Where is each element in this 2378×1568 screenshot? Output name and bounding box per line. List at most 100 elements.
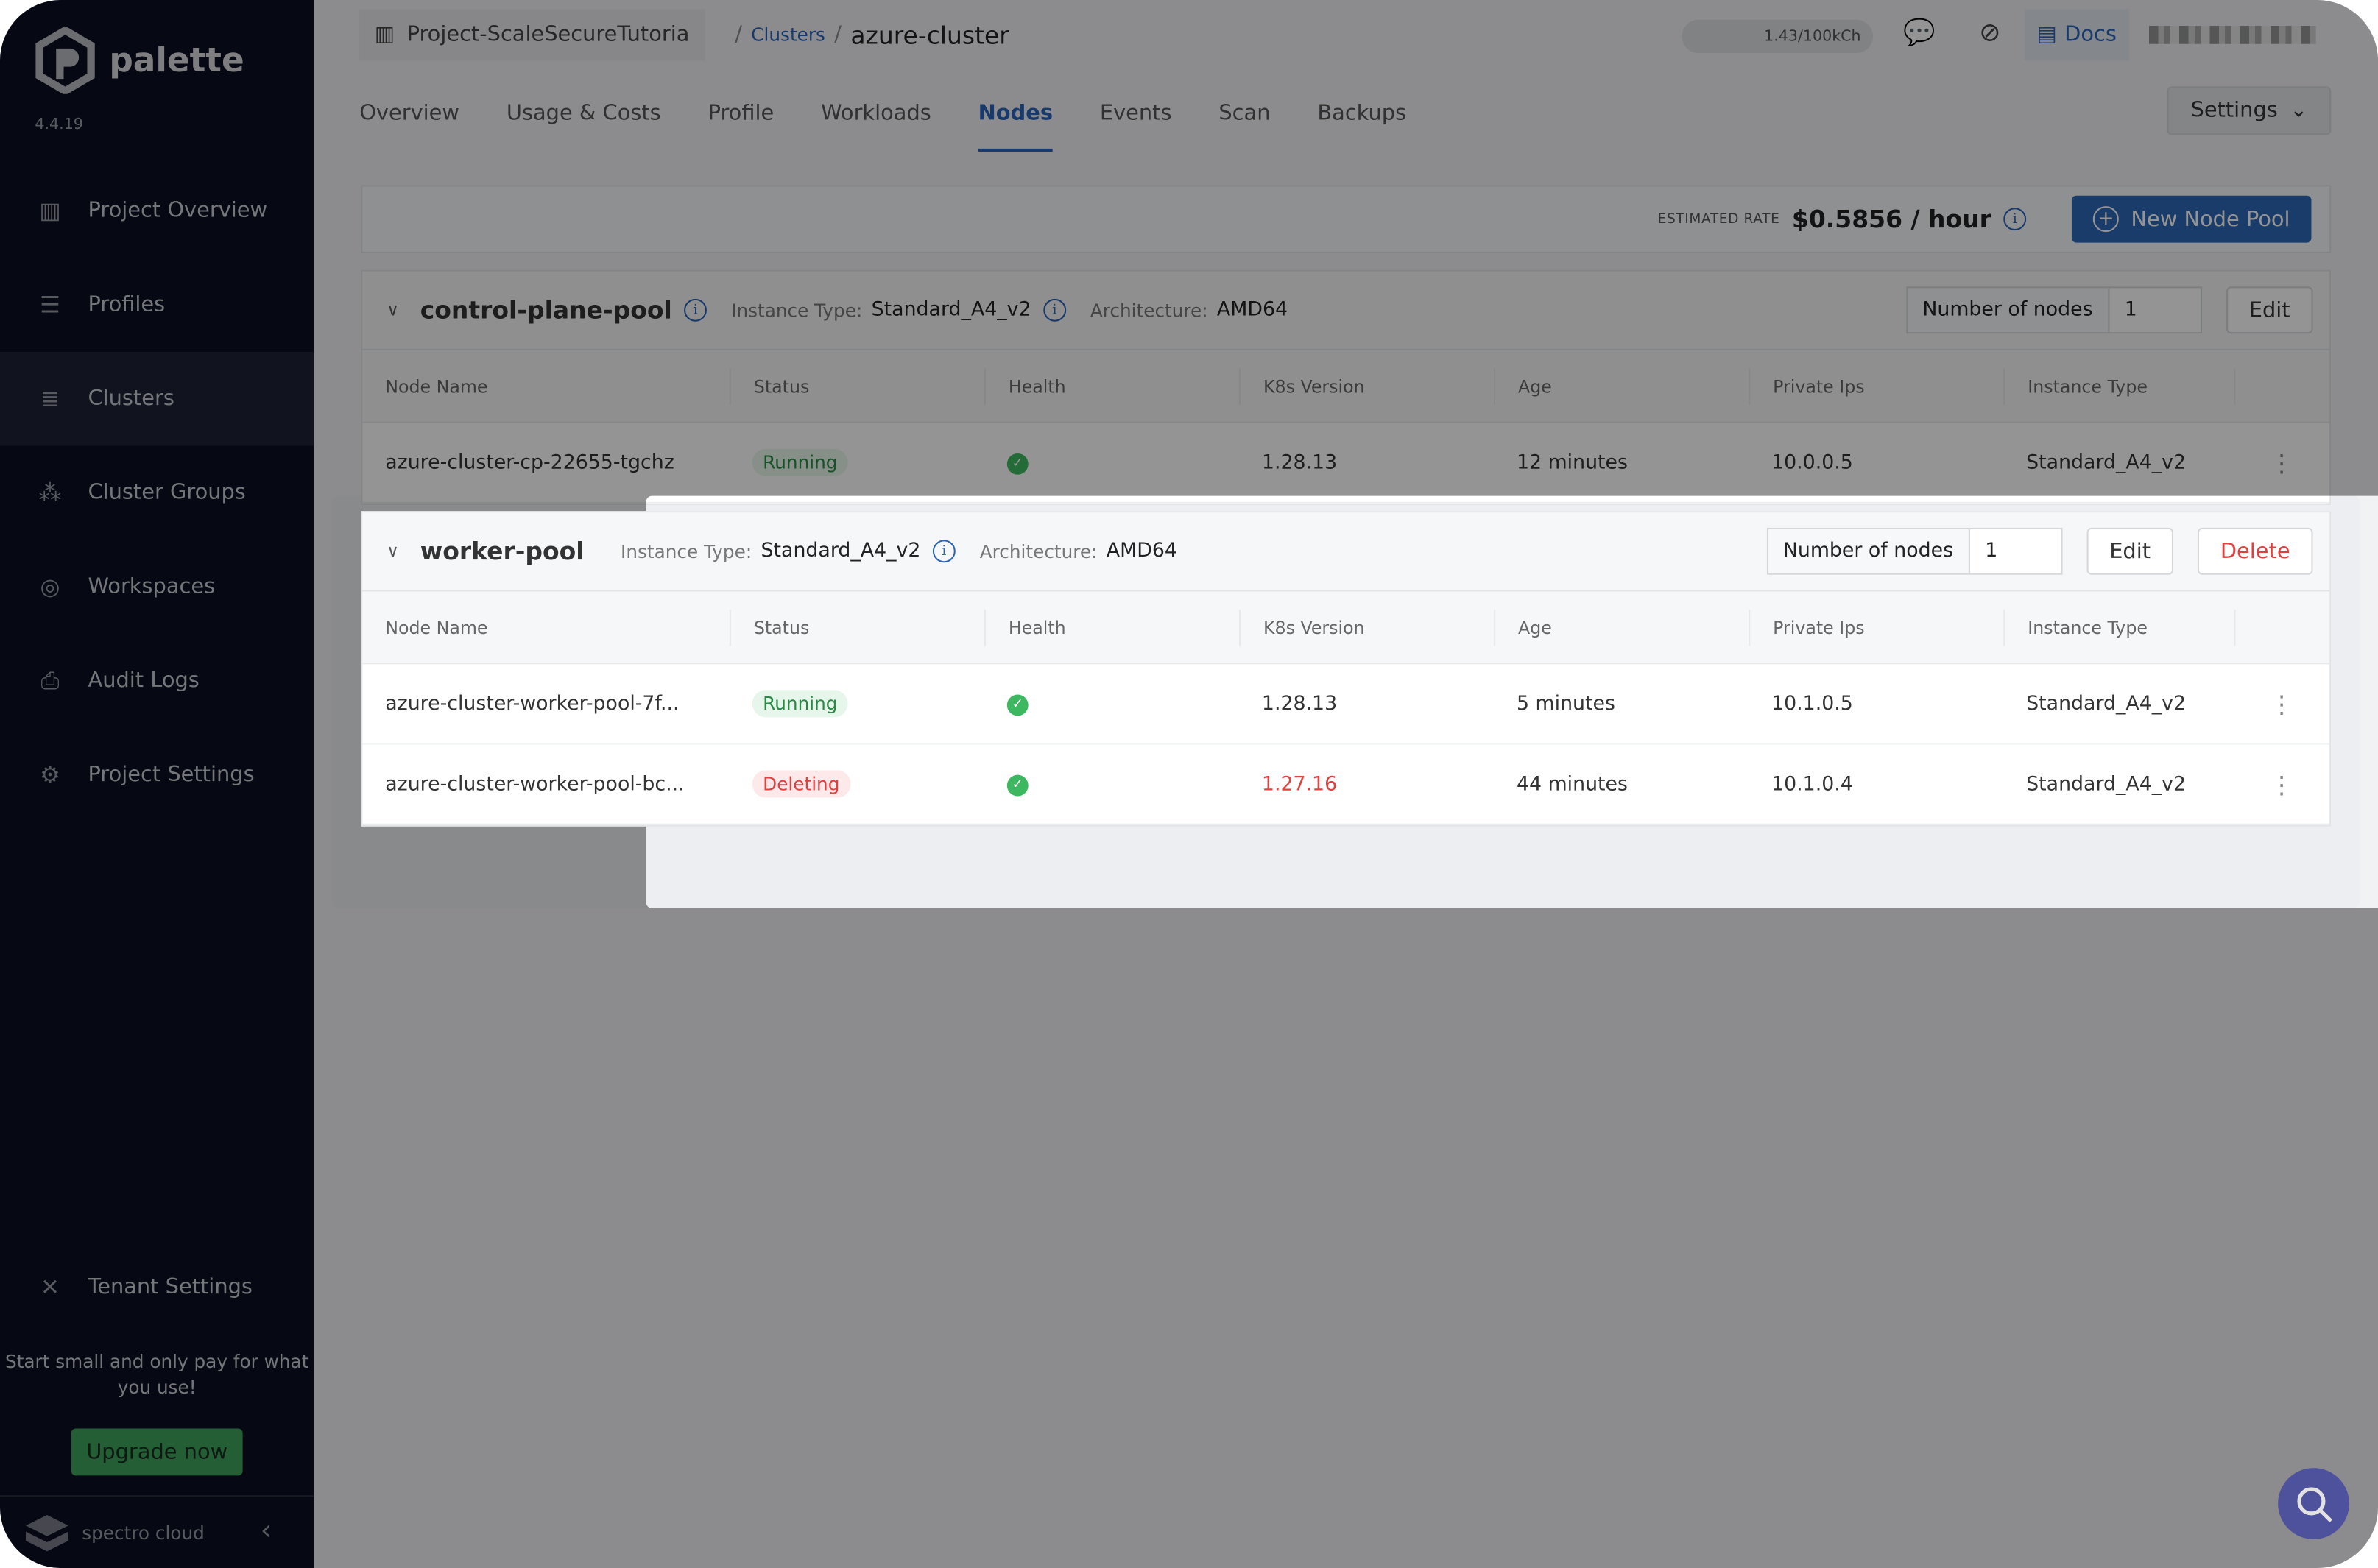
pool-instance-type: Standard_A4_v2: [761, 540, 921, 563]
info-icon[interactable]: i: [932, 540, 956, 563]
sidebar: palette 4.4.19 ▥ Project Overview ☰ Profile…: [0, 0, 314, 1568]
instance-type: Standard_A4_v2: [2026, 451, 2187, 474]
credits-meter[interactable]: 1.43/100kCh: [1682, 19, 1874, 54]
info-icon[interactable]: i: [684, 298, 708, 322]
instance-type: Standard_A4_v2: [2026, 692, 2187, 716]
sidebar-footer: spectro cloud ‹: [0, 1495, 314, 1568]
column-header[interactable]: Node Name: [362, 368, 730, 404]
edit-button[interactable]: Edit: [2226, 286, 2313, 334]
tab-backups[interactable]: Backups: [1317, 76, 1406, 152]
node-name: azure-cluster-cp-22655-tgchz: [385, 451, 674, 474]
kebab-menu-icon[interactable]: ⋮: [2234, 769, 2329, 798]
private-ip: 10.1.0.5: [1771, 692, 1853, 716]
column-header[interactable]: Status: [729, 609, 984, 646]
column-header[interactable]: K8s Version: [1239, 367, 1494, 404]
book-icon: ▤: [2036, 22, 2057, 47]
chevron-down-icon[interactable]: ∨: [387, 541, 399, 561]
pool-instance-type: Standard_A4_v2: [871, 298, 1031, 322]
status-badge: Running: [752, 690, 848, 718]
chevron-down-icon[interactable]: ∨: [387, 300, 399, 320]
tab-workloads[interactable]: Workloads: [821, 76, 931, 152]
promo-text: Start small and only pay for what you us…: [5, 1351, 309, 1399]
node-pool-worker-pool: ∨ worker-pool Instance Type: Standard_A4…: [361, 511, 2332, 827]
column-header[interactable]: Instance Type: [2003, 609, 2234, 646]
docs-button[interactable]: ▤ Docs: [2025, 9, 2129, 61]
tab-usage-costs[interactable]: Usage & Costs: [507, 76, 661, 152]
table-row[interactable]: azure-cluster-worker-pool-7f... Running …: [362, 664, 2330, 745]
column-header[interactable]: Age: [1494, 609, 1749, 646]
user-menu[interactable]: [2149, 26, 2316, 44]
k8s-version: 1.28.13: [1261, 692, 1338, 716]
node-pool-control-plane-pool: ∨ control-plane-pool i Instance Type: St…: [361, 269, 2332, 505]
palette-logo-icon: [35, 27, 95, 94]
sidebar-item-workspaces[interactable]: ◎ Workspaces: [0, 540, 314, 634]
number-of-nodes-field: Number of nodes: [1905, 286, 2202, 334]
column-header[interactable]: Age: [1494, 367, 1749, 404]
workspaces-icon: ◎: [40, 573, 60, 601]
column-header[interactable]: Instance Type: [2003, 367, 2234, 404]
settings-button[interactable]: Settings ⌄: [2167, 86, 2332, 135]
k8s-version: 1.28.13: [1261, 451, 1338, 474]
sidebar-item-project-overview[interactable]: ▥ Project Overview: [0, 163, 314, 258]
column-header[interactable]: Private Ips: [1749, 609, 2003, 646]
k8s-version: 1.27.16: [1261, 772, 1338, 796]
column-header[interactable]: Private Ips: [1749, 367, 2003, 404]
sidebar-item-cluster-groups[interactable]: ⁂ Cluster Groups: [0, 446, 314, 540]
table-row[interactable]: azure-cluster-cp-22655-tgchz Running ✓ 1…: [362, 423, 2330, 504]
breadcrumb-clusters[interactable]: Clusters: [751, 24, 825, 46]
pool-header: ∨ worker-pool Instance Type: Standard_A4…: [362, 512, 2330, 592]
column-header[interactable]: Health: [984, 609, 1239, 646]
compass-icon[interactable]: ⊘: [1979, 18, 2000, 49]
chat-icon[interactable]: 💬: [1903, 18, 1936, 49]
node-name: azure-cluster-worker-pool-bc...: [385, 772, 685, 796]
tab-overview[interactable]: Overview: [359, 76, 459, 152]
table-row[interactable]: azure-cluster-worker-pool-bc... Deleting…: [362, 744, 2330, 825]
pool-header: ∨ control-plane-pool i Instance Type: St…: [362, 271, 2330, 350]
search-help-button[interactable]: [2278, 1468, 2349, 1539]
pool-name: worker-pool: [420, 537, 585, 566]
column-header[interactable]: Health: [984, 367, 1239, 404]
palette-logo[interactable]: palette: [33, 27, 244, 94]
health-check-icon: ✓: [1006, 453, 1029, 475]
column-header[interactable]: K8s Version: [1239, 609, 1494, 646]
info-icon[interactable]: i: [1043, 298, 1066, 322]
tab-nodes[interactable]: Nodes: [978, 76, 1054, 152]
main: ▥ Project-ScaleSecureTutoria / Clusters …: [314, 0, 2378, 1568]
column-header[interactable]: Status: [729, 367, 984, 404]
tab-events[interactable]: Events: [1100, 76, 1172, 152]
kebab-menu-icon[interactable]: ⋮: [2234, 689, 2329, 718]
new-node-pool-button[interactable]: + New Node Pool: [2072, 195, 2312, 243]
version: 4.4.19: [35, 116, 83, 134]
status-badge: Running: [752, 448, 848, 476]
collapse-sidebar-icon[interactable]: ‹: [261, 1515, 272, 1547]
info-icon[interactable]: i: [2003, 208, 2027, 231]
sidebar-item-clusters[interactable]: ≣ Clusters: [0, 351, 314, 446]
sidebar-item-tenant-settings[interactable]: ✕ Tenant Settings: [0, 1240, 314, 1335]
age: 44 minutes: [1517, 772, 1628, 796]
number-of-nodes-field: Number of nodes: [1766, 527, 2063, 575]
tools-icon: ✕: [40, 1274, 60, 1302]
chart-icon: ▥: [39, 197, 61, 225]
tab-scan[interactable]: Scan: [1218, 76, 1270, 152]
health-check-icon: ✓: [1006, 774, 1029, 797]
spectro-cloud-logo-icon: [26, 1514, 68, 1551]
project-icon: ▥: [374, 22, 395, 47]
sidebar-item-profiles[interactable]: ☰ Profiles: [0, 258, 314, 352]
sidebar-item-project-settings[interactable]: ⚙ Project Settings: [0, 728, 314, 822]
age: 5 minutes: [1517, 692, 1615, 716]
upgrade-button[interactable]: Upgrade now: [71, 1428, 243, 1476]
app-window: palette 4.4.19 ▥ Project Overview ☰ Profile…: [0, 0, 2378, 1568]
pool-name: control-plane-pool: [420, 295, 672, 325]
number-of-nodes-input[interactable]: [1969, 529, 2061, 573]
private-ip: 10.0.0.5: [1771, 451, 1853, 474]
sidebar-item-audit-logs[interactable]: ⎙ Audit Logs: [0, 634, 314, 728]
delete-button[interactable]: Delete: [2197, 527, 2313, 575]
project-selector[interactable]: ▥ Project-ScaleSecureTutoria: [359, 9, 705, 61]
number-of-nodes-input[interactable]: [2109, 288, 2201, 333]
cluster-groups-icon: ⁂: [38, 478, 62, 507]
kebab-menu-icon[interactable]: ⋮: [2234, 448, 2329, 477]
breadcrumb-separator: /: [834, 22, 842, 47]
column-header[interactable]: Node Name: [362, 609, 730, 645]
tab-profile[interactable]: Profile: [708, 76, 775, 152]
edit-button[interactable]: Edit: [2086, 527, 2173, 575]
